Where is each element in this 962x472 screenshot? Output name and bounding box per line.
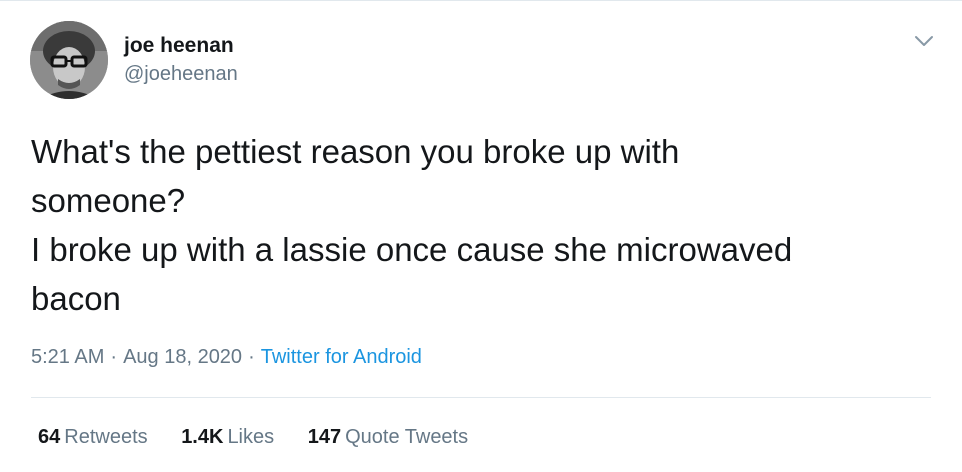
avatar[interactable] (30, 21, 108, 99)
user-handle[interactable]: @joeheenan (124, 61, 238, 87)
likes-label: Likes (227, 426, 275, 448)
meta-separator: · (248, 346, 255, 368)
retweets-label: Retweets (64, 426, 148, 448)
chevron-down-icon (915, 36, 933, 46)
meta-separator: · (110, 346, 118, 368)
tweet-meta: 5:21 AM · Aug 18, 2020 · Twitter for Android (31, 343, 422, 371)
retweets-count: 64 (38, 426, 61, 448)
user-info: joe heenan @joeheenan (124, 33, 238, 87)
avatar-photo (30, 21, 108, 99)
tweet-stats: 64 Retweets 1.4K Likes 147 Quote Tweets (38, 423, 496, 451)
tweet-card: joe heenan @joeheenan What's the petties… (0, 0, 962, 472)
tweet-source-link[interactable]: Twitter for Android (261, 346, 422, 368)
display-name[interactable]: joe heenan (124, 33, 238, 59)
more-options-button[interactable] (912, 31, 936, 51)
likes-stat[interactable]: 1.4K Likes (181, 423, 274, 451)
quote-tweets-label: Quote Tweets (345, 426, 469, 448)
quote-tweets-stat[interactable]: 147 Quote Tweets (308, 423, 468, 451)
likes-count: 1.4K (181, 426, 224, 448)
divider (31, 397, 931, 398)
quote-tweets-count: 147 (307, 426, 342, 448)
retweets-stat[interactable]: 64 Retweets (38, 423, 148, 451)
tweet-time[interactable]: 5:21 AM (31, 346, 104, 368)
tweet-date[interactable]: Aug 18, 2020 (123, 346, 242, 368)
tweet-text: What's the pettiest reason you broke up … (31, 133, 793, 317)
